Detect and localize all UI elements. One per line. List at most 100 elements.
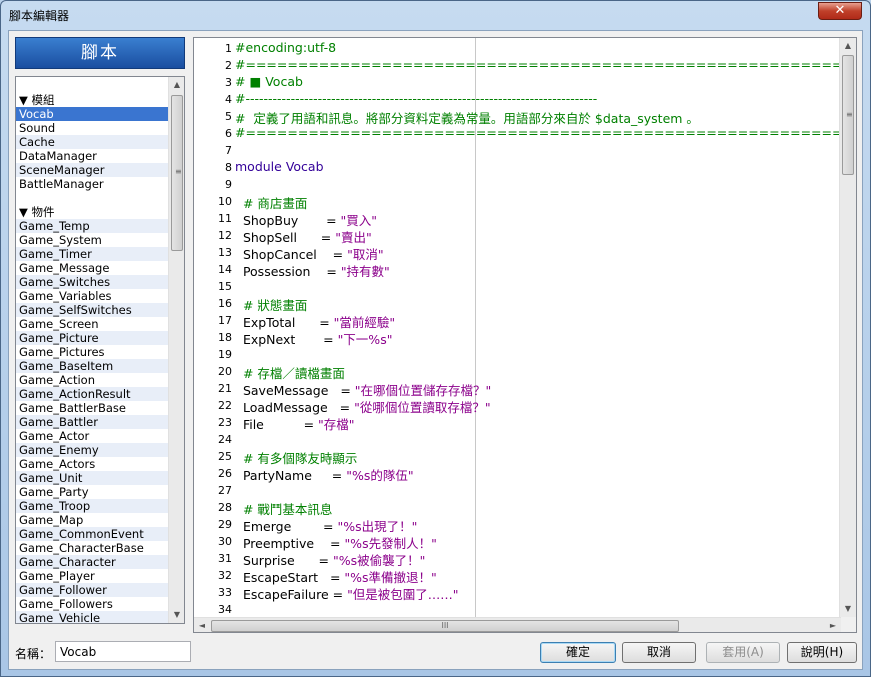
code-line[interactable]: #---------------------------------------… xyxy=(235,91,597,106)
scroll-down-icon[interactable]: ▼ xyxy=(840,601,856,617)
script-editor-window: 腳本編輯器 ✕ 腳本 ▼ 模組 Vocab Sound Cache DataManage… xyxy=(0,0,871,677)
list-item[interactable]: Game_CommonEvent xyxy=(16,527,169,541)
code-string: "但是被包圍了……" xyxy=(347,587,459,602)
code-line[interactable]: Possession = "持有數" xyxy=(235,261,390,280)
line-number: 19 xyxy=(218,348,232,361)
code-identifier: EscapeFailure = xyxy=(235,587,348,602)
list-item[interactable]: Game_Actor xyxy=(16,429,169,443)
code-string: "從哪個位置讀取存檔？" xyxy=(354,400,491,415)
code-line[interactable]: PartyName = "%s的隊伍" xyxy=(235,465,414,484)
list-item[interactable]: Game_Character xyxy=(16,555,169,569)
list-item[interactable]: Game_Battler xyxy=(16,415,169,429)
line-number: 9 xyxy=(225,178,232,191)
editor-horizontal-scrollbar[interactable]: ◄ III ► xyxy=(194,617,841,632)
script-list-header: 腳本 xyxy=(15,37,185,69)
list-item[interactable]: Game_Followers xyxy=(16,597,169,611)
scroll-thumb[interactable]: III xyxy=(211,620,679,632)
line-number: 25 xyxy=(218,450,232,463)
list-item[interactable]: Game_Troop xyxy=(16,499,169,513)
scroll-up-icon[interactable]: ▲ xyxy=(840,38,856,54)
list-item[interactable] xyxy=(16,191,169,205)
scroll-left-icon[interactable]: ◄ xyxy=(194,618,210,632)
code-line[interactable]: ExpNext = "下一%s" xyxy=(235,329,393,348)
apply-button[interactable]: 套用(A) xyxy=(706,642,780,663)
code-identifier: File = xyxy=(235,417,319,432)
list-item[interactable]: Game_Actors xyxy=(16,457,169,471)
code-string: "存檔" xyxy=(318,417,355,432)
list-item[interactable]: Game_Follower xyxy=(16,583,169,597)
list-item[interactable]: Game_CharacterBase xyxy=(16,541,169,555)
list-item[interactable]: Game_Player xyxy=(16,569,169,583)
list-item[interactable]: Game_BattlerBase xyxy=(16,401,169,415)
code-line[interactable]: module Vocab xyxy=(235,159,324,174)
code-identifier: ShopCancel = xyxy=(235,247,348,262)
list-section-header[interactable]: ▼ 模組 xyxy=(16,93,169,107)
list-item[interactable]: Game_BaseItem xyxy=(16,359,169,373)
scroll-down-icon[interactable]: ▼ xyxy=(169,607,184,623)
list-item[interactable]: Game_Enemy xyxy=(16,443,169,457)
list-item[interactable]: BattleManager xyxy=(16,177,169,191)
script-list[interactable]: ▼ 模組 Vocab Sound Cache DataManager SceneManag… xyxy=(15,76,185,624)
editor-vertical-scrollbar[interactable]: ▲ ≡ ▼ xyxy=(839,38,856,617)
code-text: # 定義了用語和訊息。將部分資料定義為常量。用語部分來自於 $data_syst… xyxy=(235,111,699,126)
list-item[interactable]: Game_ActionResult xyxy=(16,387,169,401)
line-number: 13 xyxy=(218,246,232,259)
help-button[interactable]: 說明(H) xyxy=(787,642,857,663)
title-bar: 腳本編輯器 ✕ xyxy=(1,1,870,29)
list-section-header[interactable]: ▼ 物件 xyxy=(16,205,169,219)
list-item[interactable]: Game_SelfSwitches xyxy=(16,303,169,317)
ok-button[interactable]: 確定 xyxy=(540,642,616,663)
code-line[interactable]: File = "存檔" xyxy=(235,414,355,433)
code-identifier: SaveMessage = xyxy=(235,383,355,398)
code-identifier: Emerge = xyxy=(235,519,338,534)
list-item[interactable]: Game_Pictures xyxy=(16,345,169,359)
list-item[interactable]: Game_Picture xyxy=(16,331,169,345)
list-item[interactable]: Game_Variables xyxy=(16,289,169,303)
code-string: "%s被偷襲了！" xyxy=(332,553,426,568)
name-input[interactable] xyxy=(55,641,191,662)
scroll-up-icon[interactable]: ▲ xyxy=(169,77,184,93)
list-item[interactable]: Game_Vehicle xyxy=(16,611,169,623)
scroll-thumb[interactable]: ≡ xyxy=(842,55,854,175)
code-identifier: EscapeStart = xyxy=(235,570,345,585)
list-item[interactable]: Game_Party xyxy=(16,485,169,499)
code-string: "當前經驗" xyxy=(333,315,396,330)
cancel-button[interactable]: 取消 xyxy=(622,642,696,663)
list-item[interactable]: Game_Action xyxy=(16,373,169,387)
code-string: "下一%s" xyxy=(337,332,393,347)
list-item[interactable]: Cache xyxy=(16,135,169,149)
list-item[interactable]: SceneManager xyxy=(16,163,169,177)
list-item[interactable]: Vocab xyxy=(16,107,169,121)
list-item[interactable]: Sound xyxy=(16,121,169,135)
code-identifier: LoadMessage = xyxy=(235,400,355,415)
code-line[interactable]: EscapeFailure = "但是被包圍了……" xyxy=(235,584,459,603)
code-line[interactable]: #=======================================… xyxy=(235,125,841,140)
code-line[interactable]: #=======================================… xyxy=(235,57,841,72)
code-line[interactable]: #encoding:utf-8 xyxy=(235,40,336,55)
list-item[interactable]: DataManager xyxy=(16,149,169,163)
code-identifier: ShopBuy = xyxy=(235,213,341,228)
list-item[interactable]: Game_Map xyxy=(16,513,169,527)
code-string: "在哪個位置儲存存檔？" xyxy=(354,383,492,398)
name-label: 名稱： xyxy=(15,647,52,661)
list-item[interactable]: Game_Unit xyxy=(16,471,169,485)
script-list-items: ▼ 模組 Vocab Sound Cache DataManager SceneManag… xyxy=(16,77,169,623)
close-button[interactable]: ✕ xyxy=(818,2,862,20)
code-string: "賣出" xyxy=(335,230,372,245)
code-line[interactable]: # ■ Vocab xyxy=(235,74,303,89)
line-number: 10 xyxy=(218,195,232,208)
list-item[interactable]: Game_Switches xyxy=(16,275,169,289)
list-item[interactable]: Game_System xyxy=(16,233,169,247)
code-area[interactable]: 1 #encoding:utf-8 2 #======================… xyxy=(194,38,841,617)
scroll-right-icon[interactable]: ► xyxy=(825,618,841,632)
code-editor[interactable]: 1 #encoding:utf-8 2 #======================… xyxy=(193,37,857,633)
grip-icon: III xyxy=(441,621,449,630)
list-item[interactable]: Game_Screen xyxy=(16,317,169,331)
scroll-thumb[interactable]: ≡ xyxy=(171,95,183,251)
list-item[interactable]: Game_Temp xyxy=(16,219,169,233)
code-text: # ■ Vocab xyxy=(235,74,303,89)
line-number: 7 xyxy=(225,144,232,157)
list-item[interactable]: Game_Timer xyxy=(16,247,169,261)
script-list-scrollbar[interactable]: ▲ ≡ ▼ xyxy=(168,77,184,623)
list-item[interactable]: Game_Message xyxy=(16,261,169,275)
